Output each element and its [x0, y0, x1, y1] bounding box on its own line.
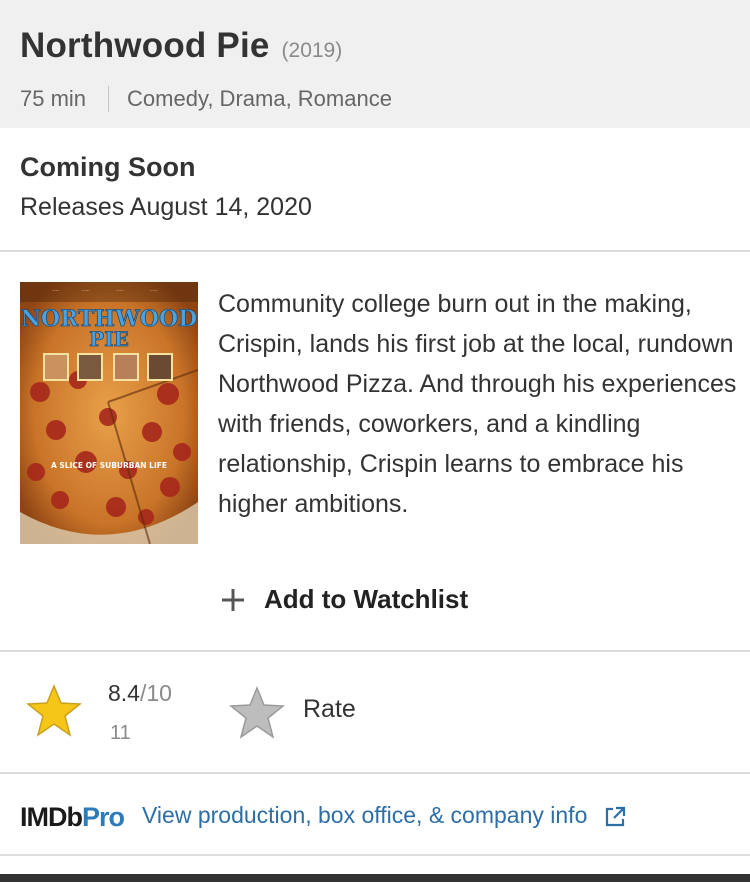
movie-title: Northwood Pie — [20, 26, 270, 65]
title-row: Northwood Pie (2019) — [20, 26, 730, 66]
star-outline-icon — [229, 686, 285, 739]
imdbpro-link[interactable]: View production, box office, & company i… — [142, 802, 627, 829]
title-header: Northwood Pie (2019) 75 min Comedy, Dram… — [0, 0, 750, 128]
movie-meta: 75 min Comedy, Drama, Romance — [20, 86, 730, 112]
imdbpro-logo: IMDbPro — [20, 802, 125, 833]
release-status: Coming Soon Releases August 14, 2020 — [0, 128, 750, 252]
runtime: 75 min — [20, 86, 87, 111]
external-link-icon — [606, 806, 626, 826]
bottom-bar — [0, 874, 750, 882]
imdbpro-link-text: View production, box office, & company i… — [142, 802, 588, 828]
poster-title-line2: PIE — [89, 327, 129, 351]
plot-section: ······ ······ ······ ······ NORTHWOOD PI… — [0, 252, 750, 652]
svg-text:······: ······ — [52, 288, 60, 293]
imdbpro-section: IMDbPro View production, box office, & c… — [0, 774, 750, 856]
poster-tagline: A SLICE OF SUBURBAN LIFE — [51, 461, 167, 470]
svg-text:······: ······ — [150, 288, 158, 293]
movie-poster[interactable]: ······ ······ ······ ······ NORTHWOOD PI… — [20, 282, 198, 544]
rating-section: 8.4/10 11 Rate — [0, 652, 750, 774]
svg-text:······: ······ — [82, 288, 90, 293]
watchlist-label: Add to Watchlist — [264, 584, 469, 614]
plus-icon — [222, 588, 244, 611]
imdbpro-logo-pro: Pro — [81, 802, 125, 832]
release-date: Releases August 14, 2020 — [20, 193, 312, 221]
svg-text:······: ······ — [116, 288, 124, 293]
movie-year: (2019) — [281, 39, 343, 62]
coming-soon-title: Coming Soon — [20, 152, 196, 182]
plot-summary: Community college burn out in the making… — [218, 290, 737, 518]
poster-art: ······ ······ ······ ······ NORTHWOOD PI… — [20, 282, 198, 544]
meta-divider — [108, 86, 110, 112]
rate-label: Rate — [303, 694, 356, 723]
imdbpro-logo-imdb: IMDb — [20, 802, 83, 832]
star-icon — [26, 684, 82, 737]
rating-count: 11 — [110, 722, 131, 744]
rating-score: 8.4 — [108, 680, 140, 706]
genres[interactable]: Comedy, Drama, Romance — [127, 86, 392, 112]
add-to-watchlist-button[interactable]: Add to Watchlist — [218, 584, 468, 615]
rating-max: /10 — [139, 680, 172, 706]
rate-button[interactable]: Rate — [229, 686, 356, 740]
rating-value: 8.4/10 — [108, 680, 172, 707]
